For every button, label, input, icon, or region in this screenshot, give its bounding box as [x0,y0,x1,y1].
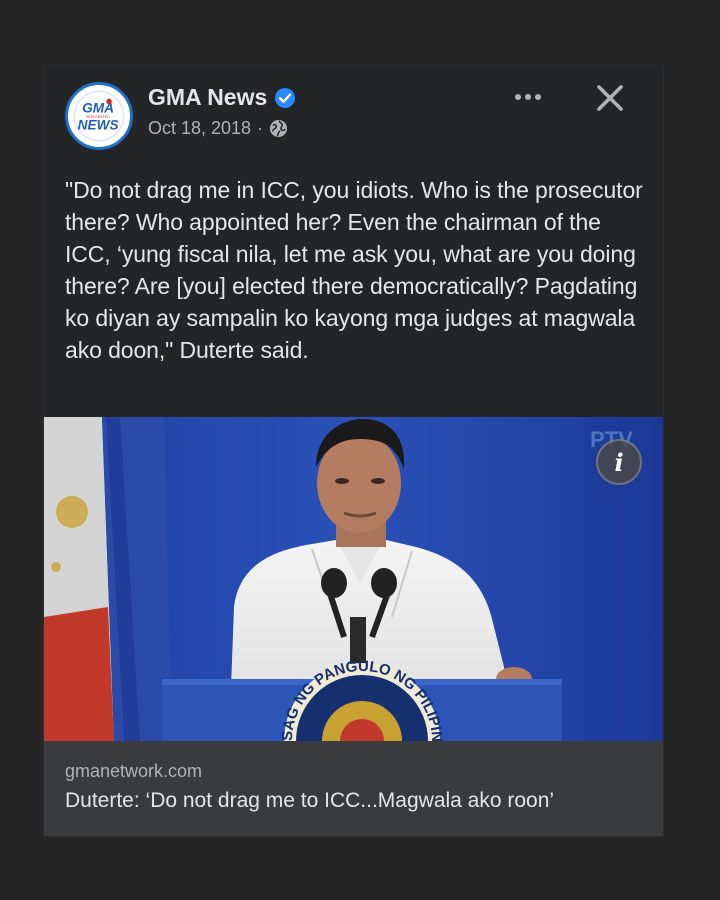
link-domain: gmanetwork.com [65,761,203,781]
post-date[interactable]: Oct 18, 2018 [148,118,251,139]
post-video[interactable]: PTV [44,417,663,741]
video-frame: PTV [44,417,663,741]
close-icon [597,85,623,111]
post-card: GMA INTEGRATED NEWS GMA News Oct 18, 201… [44,66,663,836]
page-name-row: GMA News [148,84,296,111]
close-button[interactable] [592,80,628,116]
post-text: "Do not drag me in ICC, you idiots. Who … [65,177,643,363]
link-title: Duterte: ‘Do not drag me to ICC...Magwal… [65,789,555,812]
page-avatar[interactable]: GMA INTEGRATED NEWS [65,82,133,150]
info-button[interactable]: i [596,439,642,485]
post-header: GMA INTEGRATED NEWS GMA News Oct 18, 201… [44,66,663,166]
more-options-button[interactable] [510,84,550,110]
logo-bottom-text: NEWS [78,118,119,133]
globe-icon[interactable] [269,119,288,138]
info-icon: i [614,447,624,477]
verified-badge-icon [275,87,296,108]
gma-news-logo: GMA INTEGRATED NEWS [68,85,130,147]
page-name[interactable]: GMA News [148,84,267,111]
more-options-icon [515,94,541,100]
link-preview[interactable]: gmanetwork.com Duterte: ‘Do not drag me … [44,741,663,836]
post-meta: Oct 18, 2018 · [148,118,288,139]
meta-separator: · [257,118,264,138]
